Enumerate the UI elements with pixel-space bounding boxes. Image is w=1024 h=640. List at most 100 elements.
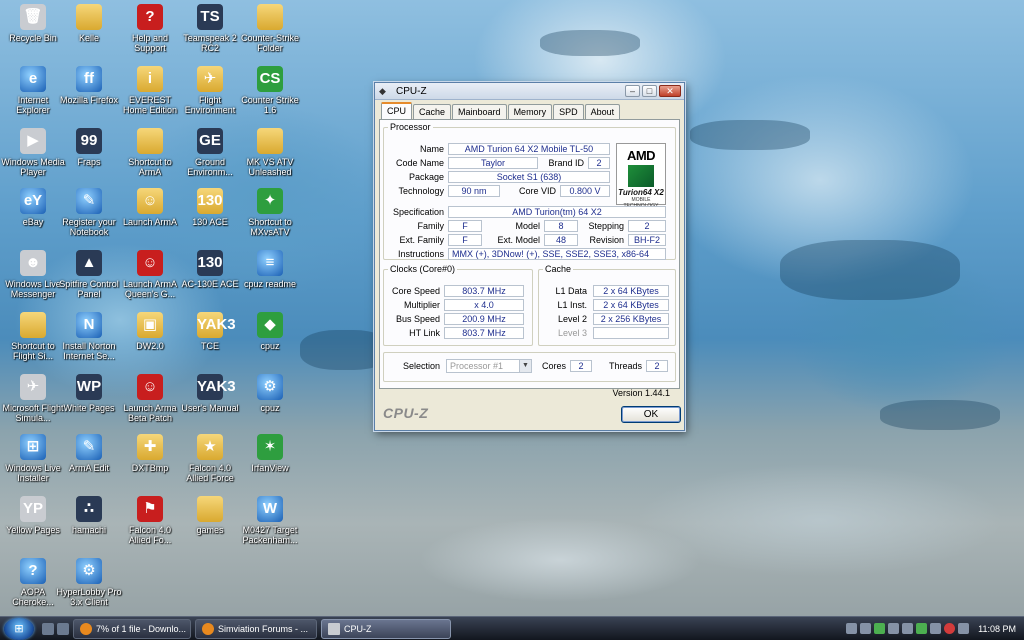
model-value: 8 [544, 220, 578, 232]
taskbar-clock[interactable]: 11:08 PM [978, 624, 1016, 634]
ok-button[interactable]: OK [621, 406, 681, 423]
desktop-icon[interactable]: ⚙ HyperLobby Pro 3.x Client [56, 556, 122, 616]
desktop-icon-label: EVEREST Home Edition [122, 95, 178, 115]
desktop-icon[interactable]: YAK3 User's Manual [177, 372, 243, 432]
turion-logo-text: Turion64 X2 [618, 188, 664, 197]
desktop-icon[interactable]: ⚑ Falcon 4.0 Allied Fo... [117, 494, 183, 554]
ice-shadow [540, 30, 640, 56]
desktop-icon[interactable]: Kelle [56, 2, 122, 62]
tray-app-icon[interactable] [930, 623, 942, 634]
desktop-icon-image: ? [137, 4, 163, 30]
desktop-icon[interactable]: TS Teamspeak 2 RC2 [177, 2, 243, 62]
desktop-icon[interactable]: ☺ Launch ArmA [117, 186, 183, 246]
desktop-icon-label: Falcon 4.0 Allied Force [186, 463, 234, 483]
level2-value: 2 x 256 KBytes [593, 313, 669, 325]
desktop-icon[interactable]: ✎ Register your Notebook [56, 186, 122, 246]
tab-spd[interactable]: SPD [553, 104, 584, 119]
desktop-icon[interactable]: N Install Norton Internet Se... [56, 310, 122, 370]
desktop-icon[interactable]: ★ Falcon 4.0 Allied Force [177, 432, 243, 492]
network-icon[interactable] [874, 623, 886, 634]
start-button[interactable]: ⊞ [4, 617, 34, 640]
desktop-icon-label: hamachi [71, 525, 107, 535]
desktop-icon-label: White Pages [63, 403, 115, 413]
system-tray: 11:08 PM [846, 623, 1024, 634]
desktop-icon-image: TS [197, 4, 223, 30]
desktop-icon[interactable]: i EVEREST Home Edition [117, 64, 183, 124]
desktop-icon-label: games [196, 525, 224, 535]
desktop-icon[interactable]: ◆ cpuz [237, 310, 303, 370]
desktop-icon[interactable]: ✦ Shortcut to MXvsATV [237, 186, 303, 246]
desktop-icon[interactable]: ff Mozilla Firefox [56, 64, 122, 124]
desktop-icon-image [76, 4, 102, 30]
minimize-button[interactable]: – [625, 85, 640, 97]
tab-about[interactable]: About [584, 104, 621, 119]
taskbar-item-cpuz[interactable]: CPU-Z [321, 618, 451, 639]
tab-mainboard[interactable]: Mainboard [452, 104, 507, 119]
desktop-icon[interactable]: games [177, 494, 243, 554]
tray-app-icon[interactable] [860, 623, 872, 634]
desktop-icon[interactable]: ✶ IrfanView [237, 432, 303, 492]
desktop-icon[interactable]: ☺ Launch Arma Beta Patch [117, 372, 183, 432]
desktop-icon-image: ☺ [137, 250, 163, 276]
corevid-label: Core VID [518, 186, 556, 196]
desktop-icon[interactable]: 130 130 ACE [177, 186, 243, 246]
cpuz-window[interactable]: ◆ CPU-Z – □ ✕ CPU Cache Mainboard Memory… [374, 82, 685, 431]
desktop-icon-label: DW2.0 [136, 341, 164, 351]
tray-app-icon[interactable] [902, 623, 914, 634]
desktop-icon[interactable]: ≡ cpuz readme [237, 248, 303, 308]
desktop-icon-label: Fraps [77, 157, 101, 167]
desktop-icon-label: M0427 Target Packenham... [242, 525, 298, 545]
desktop-icon[interactable]: ▣ DW2.0 [117, 310, 183, 370]
desktop-icon-label: Shortcut to ArmA [128, 157, 172, 177]
desktop-icon[interactable]: ? Help and Support [117, 2, 183, 62]
desktop-icon[interactable]: WP White Pages [56, 372, 122, 432]
desktop-icon[interactable]: W M0427 Target Packenham... [237, 494, 303, 554]
brandid-value: 2 [588, 157, 610, 169]
title-bar[interactable]: ◆ CPU-Z – □ ✕ [375, 83, 684, 100]
desktop-icon[interactable]: ☺ Launch ArmA Queen's G... [117, 248, 183, 308]
level3-label: Level 3 [557, 328, 587, 338]
desktop-icon[interactable]: Shortcut to ArmA [117, 126, 183, 186]
close-button[interactable]: ✕ [659, 85, 681, 97]
show-desktop-icon[interactable] [42, 622, 54, 635]
desktop-icon[interactable]: ✚ DXTBmp [117, 432, 183, 492]
desktop-icon[interactable]: GE Ground Environm... [177, 126, 243, 186]
switch-windows-icon[interactable] [57, 622, 69, 635]
desktop-icon[interactable]: MK VS ATV Unleashed [237, 126, 303, 186]
threads-value: 2 [646, 360, 668, 372]
volume-icon[interactable] [888, 623, 900, 634]
desktop-icon[interactable]: ⚙ cpuz [237, 372, 303, 432]
desktop-icon-label: TCE [201, 341, 219, 351]
desktop-icon[interactable]: ▲ Spitfire Control Panel [56, 248, 122, 308]
security-icon[interactable] [944, 623, 956, 634]
desktop-icon-label: Counter Strike 1.6 [241, 95, 299, 115]
desktop-icon[interactable]: CS Counter Strike 1.6 [237, 64, 303, 124]
tab-memory[interactable]: Memory [507, 104, 553, 119]
maximize-button[interactable]: □ [642, 85, 657, 97]
chevron-down-icon[interactable]: ▼ [519, 360, 531, 372]
taskbar-item-download[interactable]: 7% of 1 file - Downlo... [73, 618, 191, 639]
tray-app-icon[interactable] [846, 623, 858, 634]
package-value: Socket S1 (638) [448, 171, 610, 183]
l1inst-label: L1 Inst. [557, 300, 587, 310]
cache-legend: Cache [545, 264, 572, 274]
htlink-label: HT Link [409, 328, 440, 338]
corevid-value: 0.800 V [560, 185, 610, 197]
tray-app-icon[interactable] [958, 623, 970, 634]
desktop-icon[interactable]: ✈ Flight Environment [177, 64, 243, 124]
desktop-icon-image: ⊞ [20, 434, 46, 460]
tab-cache[interactable]: Cache [413, 104, 452, 119]
processor-select[interactable]: Processor #1 ▼ [446, 359, 532, 373]
desktop-icon[interactable]: 99 Fraps [56, 126, 122, 186]
power-icon[interactable] [916, 623, 928, 634]
desktop-icon-image: ⚑ [137, 496, 163, 522]
desktop-icon[interactable]: ✎ ArmA Edit [56, 432, 122, 492]
desktop-icon[interactable]: ∴ hamachi [56, 494, 122, 554]
taskbar-item-simviation[interactable]: Simviation Forums - ... [195, 618, 317, 639]
desktop-icon[interactable]: YAK3 TCE [177, 310, 243, 370]
desktop-icon[interactable]: Counter-Strike Folder [237, 2, 303, 62]
package-label: Package [408, 172, 444, 182]
level3-value [593, 327, 669, 339]
desktop-icon[interactable]: 130 AC-130E ACE [177, 248, 243, 308]
tab-cpu[interactable]: CPU [381, 102, 413, 119]
